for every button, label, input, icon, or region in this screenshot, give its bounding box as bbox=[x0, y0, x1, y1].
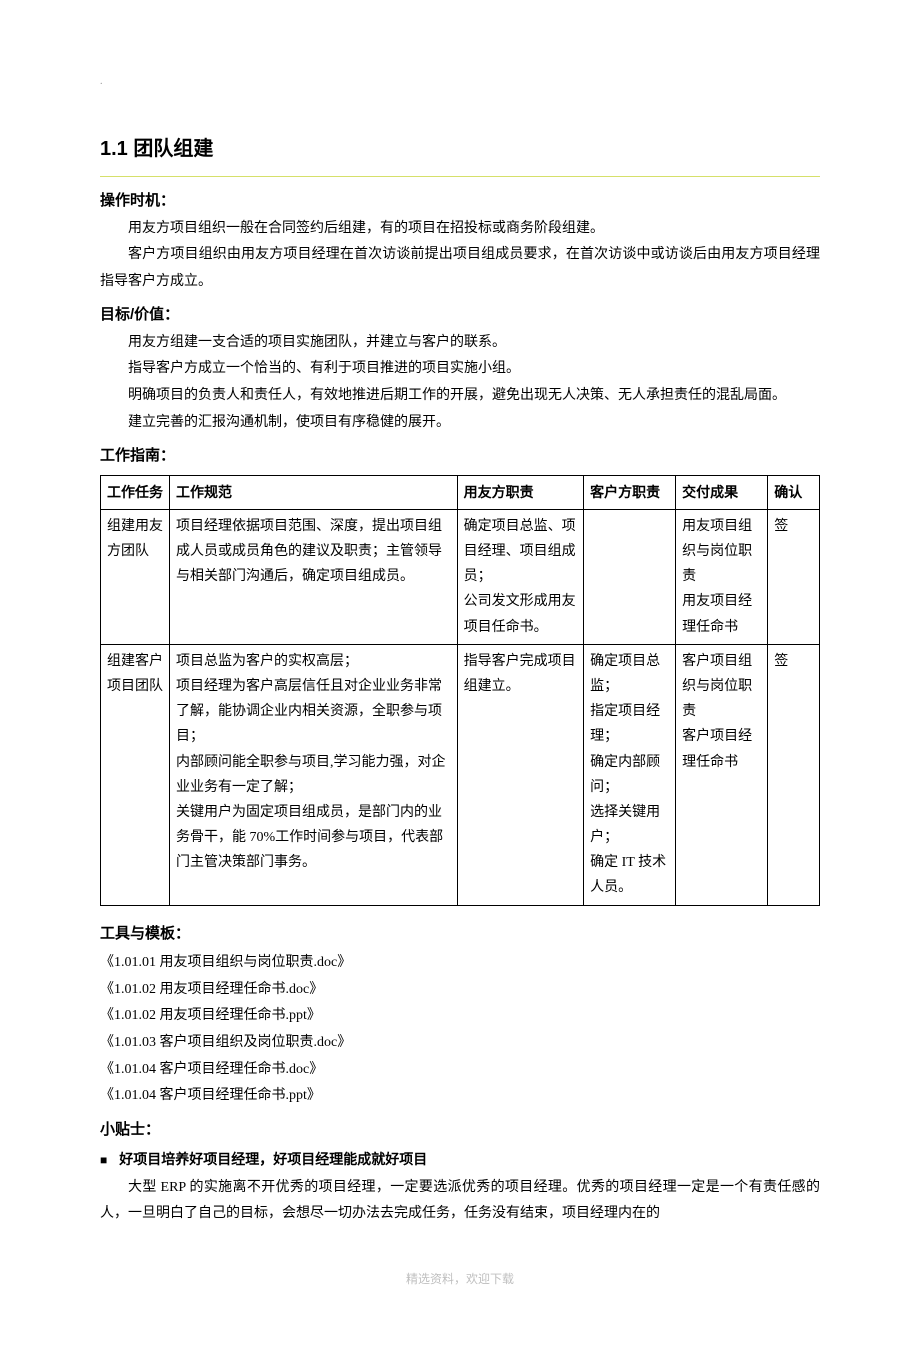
heading-templates: 工具与模板： bbox=[100, 920, 820, 949]
cell-conf: 签 bbox=[768, 644, 820, 905]
th-kh: 客户方职责 bbox=[584, 475, 676, 509]
template-list: 《1.01.01 用友项目组织与岗位职责.doc》 《1.01.02 用友项目经… bbox=[100, 950, 820, 1110]
th-yf: 用友方职责 bbox=[457, 475, 584, 509]
cell-spec: 项目经理依据项目范围、深度，提出项目组成人员或成员角色的建议及职责；主管领导与相… bbox=[170, 509, 458, 644]
th-conf: 确认 bbox=[768, 475, 820, 509]
heading-tips: 小贴士： bbox=[100, 1116, 820, 1145]
cell-task: 组建用友方团队 bbox=[101, 509, 170, 644]
cell-conf: 签 bbox=[768, 509, 820, 644]
page-decoration-dot: . bbox=[100, 72, 103, 91]
tip-bullet-text: 好项目培养好项目经理，好项目经理能成就好项目 bbox=[119, 1151, 427, 1167]
template-item: 《1.01.02 用友项目经理任命书.doc》 bbox=[100, 977, 820, 1004]
cell-yf: 确定项目总监、项目经理、项目组成员；公司发文形成用友项目任命书。 bbox=[457, 509, 584, 644]
cell-spec: 项目总监为客户的实权高层；项目经理为客户高层信任且对企业业务非常了解，能协调企业… bbox=[170, 644, 458, 905]
cell-deliv: 客户项目组织与岗位职责客户项目经理任命书 bbox=[676, 644, 768, 905]
work-guide-table: 工作任务 工作规范 用友方职责 客户方职责 交付成果 确认 组建用友方团队 项目… bbox=[100, 475, 820, 906]
divider bbox=[100, 176, 820, 177]
template-item: 《1.01.02 用友项目经理任命书.ppt》 bbox=[100, 1003, 820, 1030]
heading-goal: 目标/价值： bbox=[100, 301, 820, 330]
cell-deliv: 用友项目组织与岗位职责用友项目经理任命书 bbox=[676, 509, 768, 644]
section-title: 1.1 团队组建 bbox=[100, 130, 820, 168]
goal-line-3: 明确项目的负责人和责任人，有效地推进后期工作的开展，避免出现无人决策、无人承担责… bbox=[100, 383, 820, 410]
template-item: 《1.01.04 客户项目经理任命书.doc》 bbox=[100, 1057, 820, 1084]
th-spec: 工作规范 bbox=[170, 475, 458, 509]
tip-bullet: 好项目培养好项目经理，好项目经理能成就好项目 bbox=[100, 1146, 820, 1175]
table-row: 组建客户项目团队 项目总监为客户的实权高层；项目经理为客户高层信任且对企业业务非… bbox=[101, 644, 820, 905]
cell-kh bbox=[584, 509, 676, 644]
page-footer: 精选资料，欢迎下载 bbox=[100, 1268, 820, 1291]
tip-paragraph: 大型 ERP 的实施离不开优秀的项目经理，一定要选派优秀的项目经理。优秀的项目经… bbox=[100, 1175, 820, 1228]
op-time-line-1: 用友方项目组织一般在合同签约后组建，有的项目在招投标或商务阶段组建。 bbox=[100, 216, 820, 243]
op-time-line-2: 客户方项目组织由用友方项目经理在首次访谈前提出项目组成员要求，在首次访谈中或访谈… bbox=[100, 242, 820, 295]
th-deliv: 交付成果 bbox=[676, 475, 768, 509]
heading-op-time: 操作时机： bbox=[100, 187, 820, 216]
cell-kh: 确定项目总监；指定项目经理；确定内部顾问；选择关键用户；确定 IT 技术人员。 bbox=[584, 644, 676, 905]
th-task: 工作任务 bbox=[101, 475, 170, 509]
goal-line-2: 指导客户方成立一个恰当的、有利于项目推进的项目实施小组。 bbox=[100, 356, 820, 383]
tips-list: 好项目培养好项目经理，好项目经理能成就好项目 bbox=[100, 1146, 820, 1175]
table-row: 组建用友方团队 项目经理依据项目范围、深度，提出项目组成人员或成员角色的建议及职… bbox=[101, 509, 820, 644]
template-item: 《1.01.01 用友项目组织与岗位职责.doc》 bbox=[100, 950, 820, 977]
cell-task: 组建客户项目团队 bbox=[101, 644, 170, 905]
goal-line-4: 建立完善的汇报沟通机制，使项目有序稳健的展开。 bbox=[100, 410, 820, 437]
table-header-row: 工作任务 工作规范 用友方职责 客户方职责 交付成果 确认 bbox=[101, 475, 820, 509]
template-item: 《1.01.03 客户项目组织及岗位职责.doc》 bbox=[100, 1030, 820, 1057]
heading-guide: 工作指南： bbox=[100, 442, 820, 471]
cell-yf: 指导客户完成项目组建立。 bbox=[457, 644, 584, 905]
template-item: 《1.01.04 客户项目经理任命书.ppt》 bbox=[100, 1083, 820, 1110]
goal-line-1: 用友方组建一支合适的项目实施团队，并建立与客户的联系。 bbox=[100, 330, 820, 357]
